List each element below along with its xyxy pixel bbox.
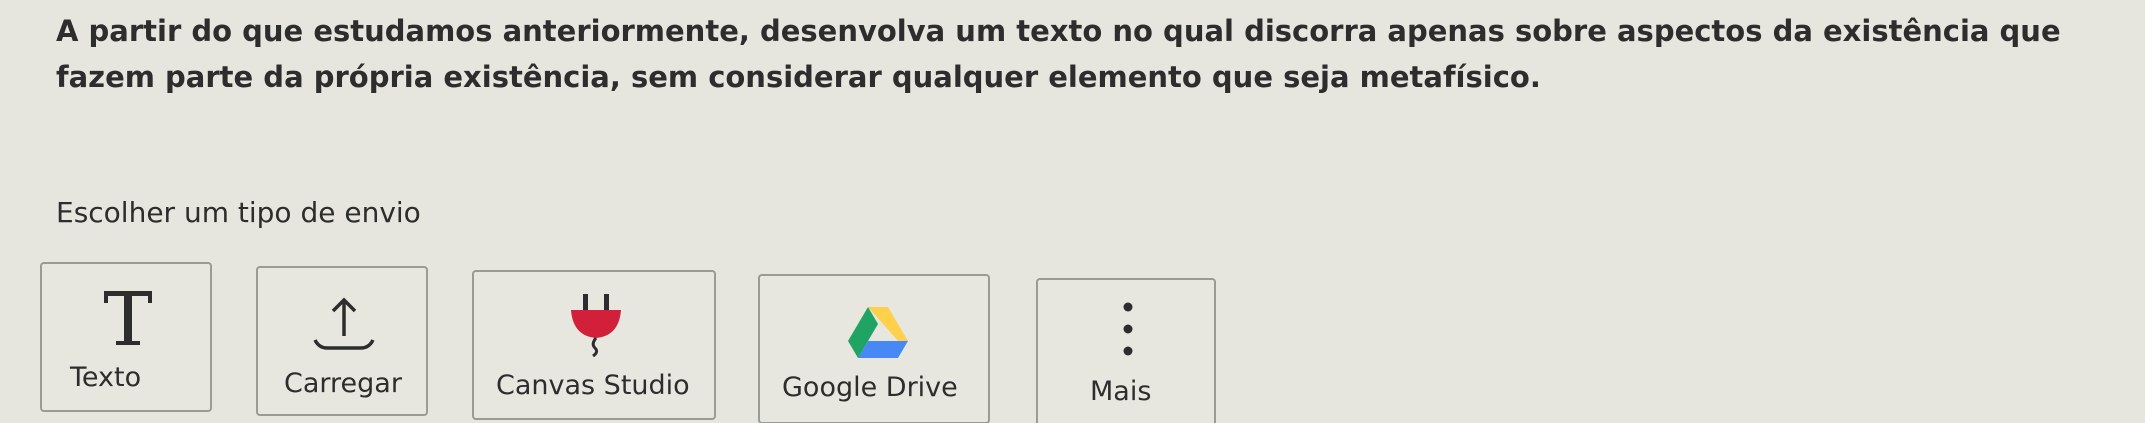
plug-icon (556, 286, 636, 362)
submission-option-google-drive[interactable]: Google Drive (758, 274, 990, 423)
upload-icon (306, 288, 382, 358)
submission-type-heading: Escolher um tipo de envio (56, 196, 421, 229)
submission-option-label: Canvas Studio (496, 370, 690, 401)
submission-option-label: Google Drive (782, 372, 958, 403)
more-vertical-icon (1098, 294, 1158, 364)
submission-option-more[interactable]: Mais (1036, 278, 1216, 423)
submission-option-label: Mais (1090, 376, 1152, 407)
assignment-prompt: A partir do que estudamos anteriormente,… (56, 14, 2061, 94)
submission-option-label: Carregar (284, 368, 402, 399)
google-drive-icon (838, 296, 918, 366)
submission-option-text[interactable]: Texto (40, 262, 212, 412)
submission-option-upload[interactable]: Carregar (256, 266, 428, 416)
submission-option-canvas-studio[interactable]: Canvas Studio (472, 270, 716, 420)
text-t-icon (90, 282, 166, 352)
submission-option-label: Texto (70, 362, 142, 393)
